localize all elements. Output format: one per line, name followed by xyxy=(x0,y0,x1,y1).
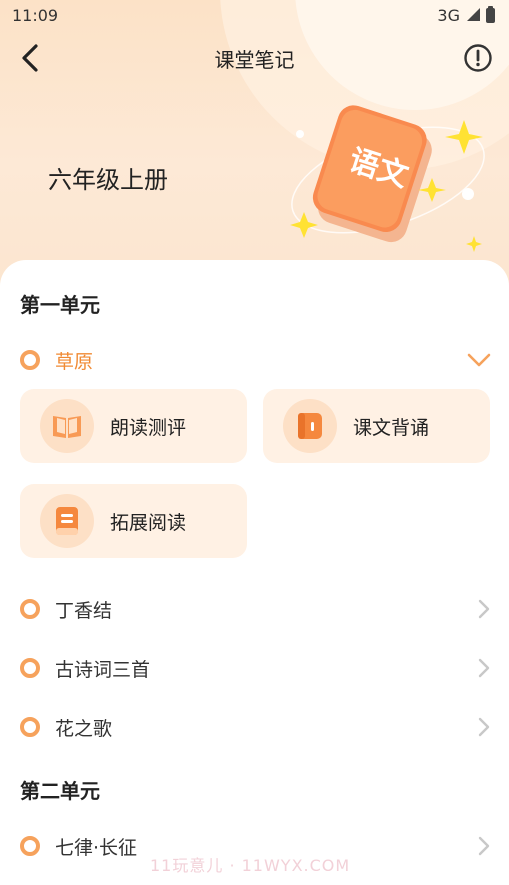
lesson-dot-icon xyxy=(20,836,40,856)
chevron-right-icon xyxy=(478,658,490,678)
lesson-label: 丁香结 xyxy=(55,599,113,622)
lesson-label: 草原 xyxy=(55,350,94,373)
chevron-down-icon xyxy=(467,353,491,367)
lesson-label: 七律·长征 xyxy=(55,836,138,859)
unit-title: 第一单元 xyxy=(20,293,100,317)
nav-bar: 课堂笔记 xyxy=(0,36,509,80)
lesson-row-huazhige[interactable]: 花之歌 xyxy=(0,707,509,747)
lesson-label: 古诗词三首 xyxy=(55,658,151,681)
status-time: 11:09 xyxy=(12,5,59,25)
lesson-dot-icon xyxy=(20,599,40,619)
lesson-row-dingxiangjie[interactable]: 丁香结 xyxy=(0,589,509,629)
battery-icon xyxy=(486,5,495,23)
unit-title: 第二单元 xyxy=(20,779,100,803)
network-type: 3G xyxy=(437,5,460,25)
signal-icon xyxy=(466,8,480,22)
lesson-row-caoyuan[interactable]: 草原 xyxy=(0,340,509,380)
chevron-right-icon xyxy=(478,717,490,737)
info-button[interactable] xyxy=(463,43,493,73)
tile-label: 朗读测评 xyxy=(110,416,187,439)
lesson-dot-icon xyxy=(20,658,40,678)
document-icon xyxy=(40,494,94,548)
lesson-dot-icon xyxy=(20,350,40,370)
status-bar: 11:09 3G xyxy=(0,0,509,30)
info-icon xyxy=(464,44,492,72)
tile-reading-test[interactable]: 朗读测评 xyxy=(20,389,247,463)
back-button[interactable] xyxy=(14,42,46,74)
lesson-dot-icon xyxy=(20,717,40,737)
chevron-right-icon xyxy=(478,836,490,856)
tile-label: 拓展阅读 xyxy=(110,511,187,534)
watermark: 11玩意儿 · 11WYX.COM xyxy=(150,856,351,875)
open-book-icon xyxy=(40,399,94,453)
tile-recitation[interactable]: 课文背诵 xyxy=(263,389,490,463)
page-title: 课堂笔记 xyxy=(214,47,295,72)
closed-book-icon xyxy=(283,399,337,453)
chinese-book-illustration: 语文 xyxy=(290,105,485,252)
chevron-right-icon xyxy=(478,599,490,619)
lesson-label: 花之歌 xyxy=(55,717,113,740)
tile-label: 课文背诵 xyxy=(353,416,430,439)
lesson-row-gushici[interactable]: 古诗词三首 xyxy=(0,648,509,688)
tile-extended-reading[interactable]: 拓展阅读 xyxy=(20,484,247,558)
back-arrow-icon xyxy=(22,44,38,72)
grade-title: 六年级上册 xyxy=(48,166,168,194)
